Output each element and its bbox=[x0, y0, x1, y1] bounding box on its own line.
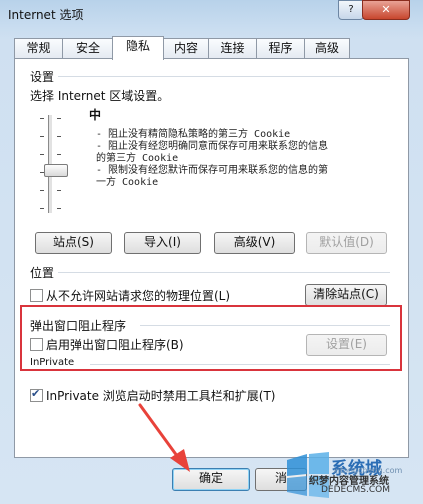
tab-privacy[interactable]: 隐私 bbox=[112, 36, 164, 60]
internet-options-window: Internet 选项 ? ✕ 常规 安全 隐私 内容 连接 程序 高级 设置 … bbox=[0, 0, 423, 504]
watermark-line3: DEDECMS.COM bbox=[321, 485, 390, 495]
watermark: 系统城 织梦内容管理系统 DEDECMS.COM xitongcheng.com bbox=[283, 452, 421, 502]
watermark-url: xitongcheng.com bbox=[333, 466, 403, 475]
pointer-arrow bbox=[138, 403, 190, 472]
